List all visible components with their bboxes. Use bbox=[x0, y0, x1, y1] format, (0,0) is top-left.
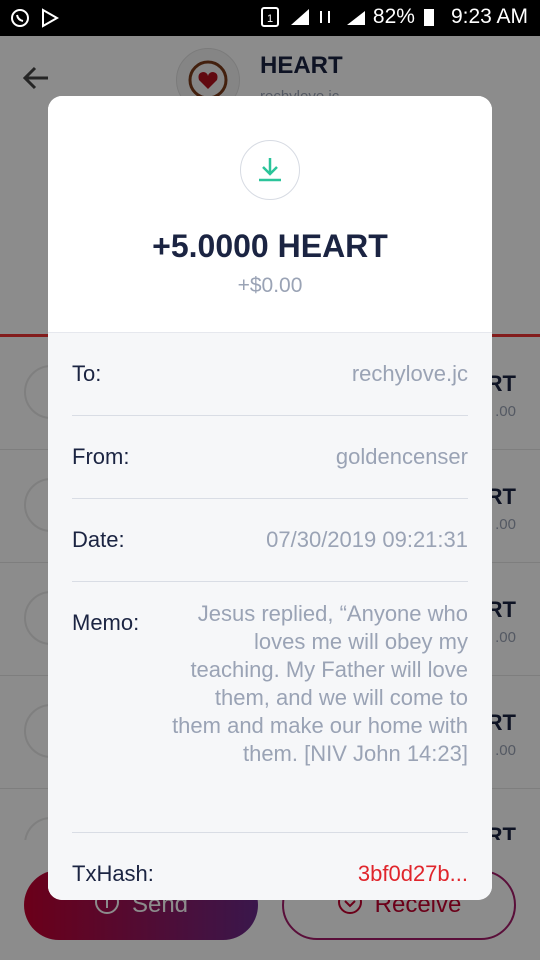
memo-row: Memo: Jesus replied, “Anyone who loves m… bbox=[72, 582, 468, 833]
dialog-details: To: rechylove.jc From: goldencenser Date… bbox=[48, 332, 492, 900]
sim-icon: 1 bbox=[260, 7, 281, 27]
txhash-label: TxHash: bbox=[72, 861, 154, 886]
signal-icon bbox=[289, 7, 309, 27]
whatsapp-icon bbox=[10, 8, 30, 28]
status-bar: 1 82% 9:23 AM bbox=[0, 0, 540, 36]
to-value: rechylove.jc bbox=[351, 361, 468, 386]
to-row: To: rechylove.jc bbox=[72, 333, 468, 416]
txhash-row: TxHash: 3bf0d27b... bbox=[72, 833, 468, 900]
from-row: From: goldencenser bbox=[72, 416, 468, 499]
svg-text:1: 1 bbox=[267, 13, 273, 25]
signal-bars-icon bbox=[345, 7, 365, 27]
tx-fiat-value: +$0.00 bbox=[237, 274, 303, 297]
play-store-icon bbox=[40, 8, 60, 28]
battery-icon bbox=[423, 7, 443, 27]
battery-percent: 82% bbox=[372, 5, 415, 28]
from-value: goldencenser bbox=[335, 444, 468, 469]
memo-value: Jesus replied, “Anyone who loves me will… bbox=[172, 601, 468, 766]
transaction-detail-dialog: +5.0000 HEART +$0.00 To: rechylove.jc Fr… bbox=[48, 96, 492, 900]
memo-label: Memo: bbox=[72, 610, 140, 635]
clock: 9:23 AM bbox=[450, 5, 528, 28]
dialog-header: +5.0000 HEART +$0.00 bbox=[48, 96, 492, 332]
to-label: To: bbox=[72, 361, 102, 386]
txhash-link[interactable]: 3bf0d27b... bbox=[358, 861, 468, 887]
data-arrows-icon bbox=[317, 7, 337, 27]
date-value: 07/30/2019 09:21:31 bbox=[266, 527, 468, 552]
from-label: From: bbox=[72, 444, 130, 469]
date-label: Date: bbox=[72, 527, 125, 552]
date-row: Date: 07/30/2019 09:21:31 bbox=[72, 499, 468, 582]
tx-amount: +5.0000 HEART bbox=[152, 228, 388, 264]
received-download-icon bbox=[240, 140, 300, 200]
